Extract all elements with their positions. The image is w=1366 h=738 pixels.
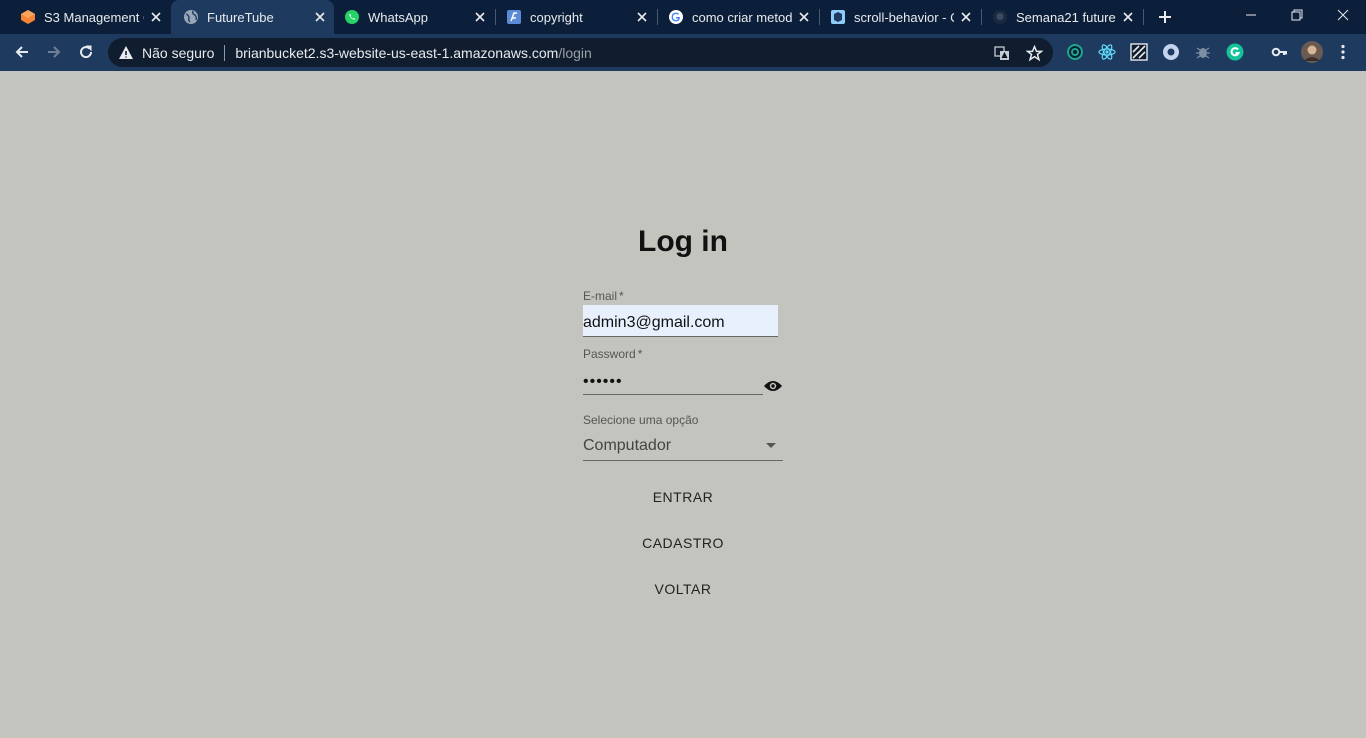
- tab-scroll-behavior[interactable]: scroll-behavior - C: [820, 0, 980, 34]
- pattern-ext-icon[interactable]: [1130, 43, 1148, 61]
- email-field[interactable]: [583, 305, 778, 337]
- close-icon: [1337, 9, 1349, 21]
- close-icon[interactable]: [472, 9, 488, 25]
- new-tab-button[interactable]: [1153, 5, 1177, 29]
- tab-futuretube[interactable]: FutureTube: [171, 0, 334, 34]
- tab-whatsapp[interactable]: WhatsApp: [334, 0, 494, 34]
- url-path: /login: [558, 44, 592, 61]
- warning-icon[interactable]: [118, 45, 134, 61]
- tab-strip: S3 Management C FutureTube WhatsApp copy…: [0, 0, 1366, 34]
- forward-button[interactable]: [39, 37, 69, 67]
- close-icon[interactable]: [634, 9, 650, 25]
- select-label: Selecione uma opção: [583, 413, 699, 427]
- tab-title: FutureTube: [207, 9, 274, 25]
- github-icon: [992, 9, 1008, 25]
- bug-ext-icon[interactable]: [1194, 43, 1212, 61]
- google-icon: [668, 9, 684, 25]
- back-link-button[interactable]: VOLTAR: [583, 574, 783, 604]
- url-host: brianbucket2.s3-website-us-east-1.amazon…: [235, 44, 559, 61]
- close-icon[interactable]: [1120, 9, 1136, 25]
- circle-ext-icon[interactable]: [1066, 43, 1084, 61]
- arrow-left-icon: [15, 46, 28, 58]
- minimize-button[interactable]: [1228, 0, 1274, 30]
- key-icon[interactable]: [1271, 43, 1289, 61]
- tab-title: scroll-behavior - C: [854, 9, 954, 25]
- password-label-text: Password: [583, 347, 636, 361]
- whatsapp-icon: [344, 9, 360, 25]
- tab-github[interactable]: Semana21 futuretu: [982, 0, 1142, 34]
- chevron-down-icon: [766, 443, 776, 448]
- profile-avatar[interactable]: [1301, 41, 1323, 63]
- address-bar[interactable]: Não seguro brianbucket2.s3-website-us-ea…: [108, 38, 1053, 67]
- password-label: Password *: [583, 347, 642, 361]
- close-window-button[interactable]: [1320, 0, 1366, 30]
- aws-s3-icon: [20, 9, 36, 25]
- required-mark: *: [637, 347, 643, 361]
- restore-button[interactable]: [1274, 0, 1320, 30]
- minimize-icon: [1246, 14, 1256, 16]
- browser-toolbar: Não seguro brianbucket2.s3-website-us-ea…: [0, 34, 1366, 71]
- email-label-text: E-mail: [583, 289, 618, 303]
- page-title: Log in: [638, 225, 728, 258]
- reload-icon: [80, 45, 93, 59]
- device-select[interactable]: Computador: [583, 431, 783, 461]
- tab-separator: [1143, 9, 1144, 25]
- eye-icon[interactable]: [763, 376, 783, 396]
- email-label: E-mail *: [583, 289, 624, 303]
- codepen-icon: [830, 9, 846, 25]
- tab-google-search[interactable]: como criar metodo: [658, 0, 818, 34]
- tab-title: Semana21 futuretu: [1016, 9, 1116, 25]
- globe-icon: [183, 9, 199, 25]
- drop-ext-icon[interactable]: [1162, 43, 1180, 61]
- arrow-right-icon: [48, 46, 61, 58]
- required-mark: *: [619, 289, 624, 303]
- close-icon[interactable]: [796, 9, 812, 25]
- react-devtools-icon[interactable]: [1098, 43, 1116, 61]
- menu-kebab-icon[interactable]: [1334, 43, 1352, 61]
- close-icon[interactable]: [958, 9, 974, 25]
- select-value: Computador: [583, 436, 672, 454]
- register-button[interactable]: CADASTRO: [583, 528, 783, 558]
- tab-title: S3 Management C: [44, 9, 144, 25]
- security-status[interactable]: Não seguro: [142, 45, 214, 61]
- tab-copyright[interactable]: copyright: [496, 0, 656, 34]
- close-icon[interactable]: [148, 9, 164, 25]
- star-icon[interactable]: [1025, 44, 1043, 62]
- plus-icon: [1159, 11, 1171, 23]
- translate-icon[interactable]: [993, 44, 1011, 62]
- tab-title: WhatsApp: [368, 9, 428, 25]
- divider: [224, 44, 226, 61]
- tab-title: como criar metodo: [692, 9, 792, 25]
- grammarly-doc-icon: [506, 9, 522, 25]
- url-text[interactable]: brianbucket2.s3-website-us-east-1.amazon…: [235, 45, 591, 61]
- close-icon[interactable]: [312, 9, 328, 25]
- grammarly-icon[interactable]: [1226, 43, 1244, 61]
- enter-button[interactable]: ENTRAR: [583, 482, 783, 512]
- tab-title: copyright: [530, 9, 583, 25]
- password-field[interactable]: [583, 365, 763, 395]
- page-viewport: Log in E-mail* Password* Selecione uma o…: [0, 71, 1366, 738]
- reload-button[interactable]: [71, 37, 101, 67]
- restore-icon: [1291, 9, 1303, 21]
- back-button[interactable]: [7, 37, 37, 67]
- tab-s3-management[interactable]: S3 Management C: [0, 0, 170, 34]
